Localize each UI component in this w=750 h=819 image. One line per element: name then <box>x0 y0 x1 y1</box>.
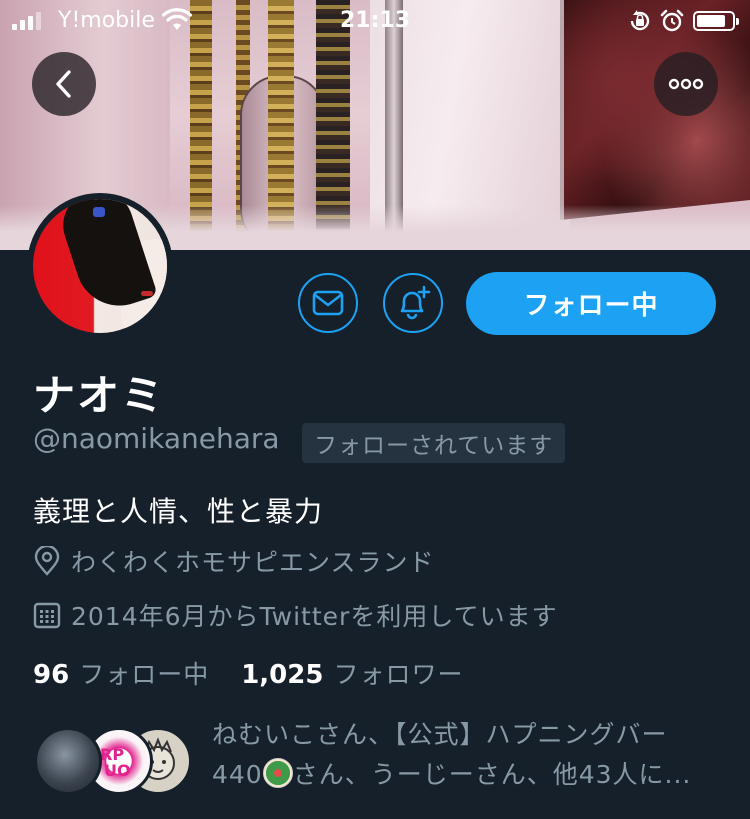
followed-by-line1: ねむいこさん、【公式】ハプニングバー <box>212 720 668 749</box>
following-button[interactable]: フォロー中 <box>466 272 716 335</box>
profile-bio: 義理と人情、性と暴力 <box>33 495 324 528</box>
rotation-lock-icon <box>630 10 650 31</box>
notifications-button[interactable] <box>383 273 443 333</box>
status-bar: Y!mobile 21:13 <box>0 0 750 42</box>
profile-location: わくわくホモサピエンスランド <box>33 543 435 579</box>
location-text: わくわくホモサピエンスランド <box>71 548 435 577</box>
followed-by-line2: 440 さん、うーじーさん、他43人に... <box>212 755 732 795</box>
followed-by-line2-b: さん、うーじーさん、他43人に... <box>292 760 692 789</box>
profile-handle: @naomikanehara <box>33 422 280 455</box>
followers-label[interactable]: フォロワー <box>333 655 463 691</box>
chevron-left-icon <box>56 70 71 98</box>
calendar-icon <box>33 602 61 629</box>
alarm-icon <box>660 9 684 32</box>
profile-join-date: 2014年6月からTwitterを利用しています <box>33 597 558 633</box>
more-options-button[interactable] <box>654 52 718 116</box>
follows-you-badge: フォローされています <box>302 423 566 463</box>
mutual-follower-avatar[interactable] <box>34 727 102 795</box>
envelope-icon <box>312 290 344 316</box>
followed-by-line2-a: 440 <box>212 760 263 789</box>
back-button[interactable] <box>32 52 96 116</box>
profile-name: ナオミ <box>33 371 166 420</box>
avatar-image <box>33 199 167 333</box>
ellipsis-icon <box>668 78 704 90</box>
join-date-text: 2014年6月からTwitterを利用しています <box>71 602 558 631</box>
battery-icon <box>693 11 739 31</box>
followed-by-text[interactable]: ねむいこさん、【公式】ハプニングバー 440 さん、うーじーさん、他43人に... <box>212 715 732 795</box>
direct-message-button[interactable] <box>298 273 358 333</box>
avatar[interactable] <box>27 193 173 339</box>
following-label[interactable]: フォロー中 <box>79 655 209 691</box>
svg-text:UO: UO <box>104 761 131 780</box>
bell-plus-icon <box>400 285 431 320</box>
follow-counts: 96 フォロー中 1,025 フォロワー <box>33 655 463 691</box>
emoji-badge-icon <box>262 758 293 788</box>
location-pin-icon <box>34 546 60 576</box>
following-count[interactable]: 96 <box>33 660 69 690</box>
followers-count[interactable]: 1,025 <box>241 660 323 690</box>
